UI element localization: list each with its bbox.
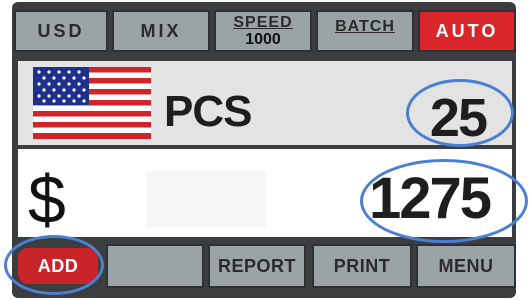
us-flag-icon [33,67,151,139]
dollar-sign-icon: $ [28,162,66,238]
menu-button[interactable]: MENU [416,244,516,288]
usd-button[interactable]: USD [14,10,108,52]
speed-value: 1000 [245,31,281,48]
auto-button-label: AUTO [435,21,499,41]
mix-button[interactable]: MIX [112,10,210,52]
top-button-bar: USD MIX SPEED 1000 BATCH AUTO [14,10,516,52]
highlight-ring [360,159,528,243]
report-button-label: REPORT [217,255,296,276]
print-button-label: PRINT [333,255,391,276]
piece-count-unit: PCS [164,87,252,136]
usd-button-label: USD [37,21,85,41]
mix-button-label: MIX [140,21,182,41]
highlight-ring [406,79,514,147]
print-button[interactable]: PRINT [312,244,412,288]
menu-button-label: MENU [438,255,494,276]
speed-button[interactable]: SPEED 1000 [214,10,312,52]
auto-button[interactable]: AUTO [418,10,516,52]
amount-blank-area [146,171,266,227]
amount-panel: $ 1275 [18,149,528,243]
speed-button-label: SPEED [233,14,293,31]
highlight-ring [4,235,104,295]
blank-button[interactable] [106,244,204,288]
report-button[interactable]: REPORT [208,244,306,288]
batch-button[interactable]: BATCH [316,10,414,52]
piece-count-panel: PCS 25 [18,61,514,148]
batch-button-label: BATCH [335,18,395,35]
